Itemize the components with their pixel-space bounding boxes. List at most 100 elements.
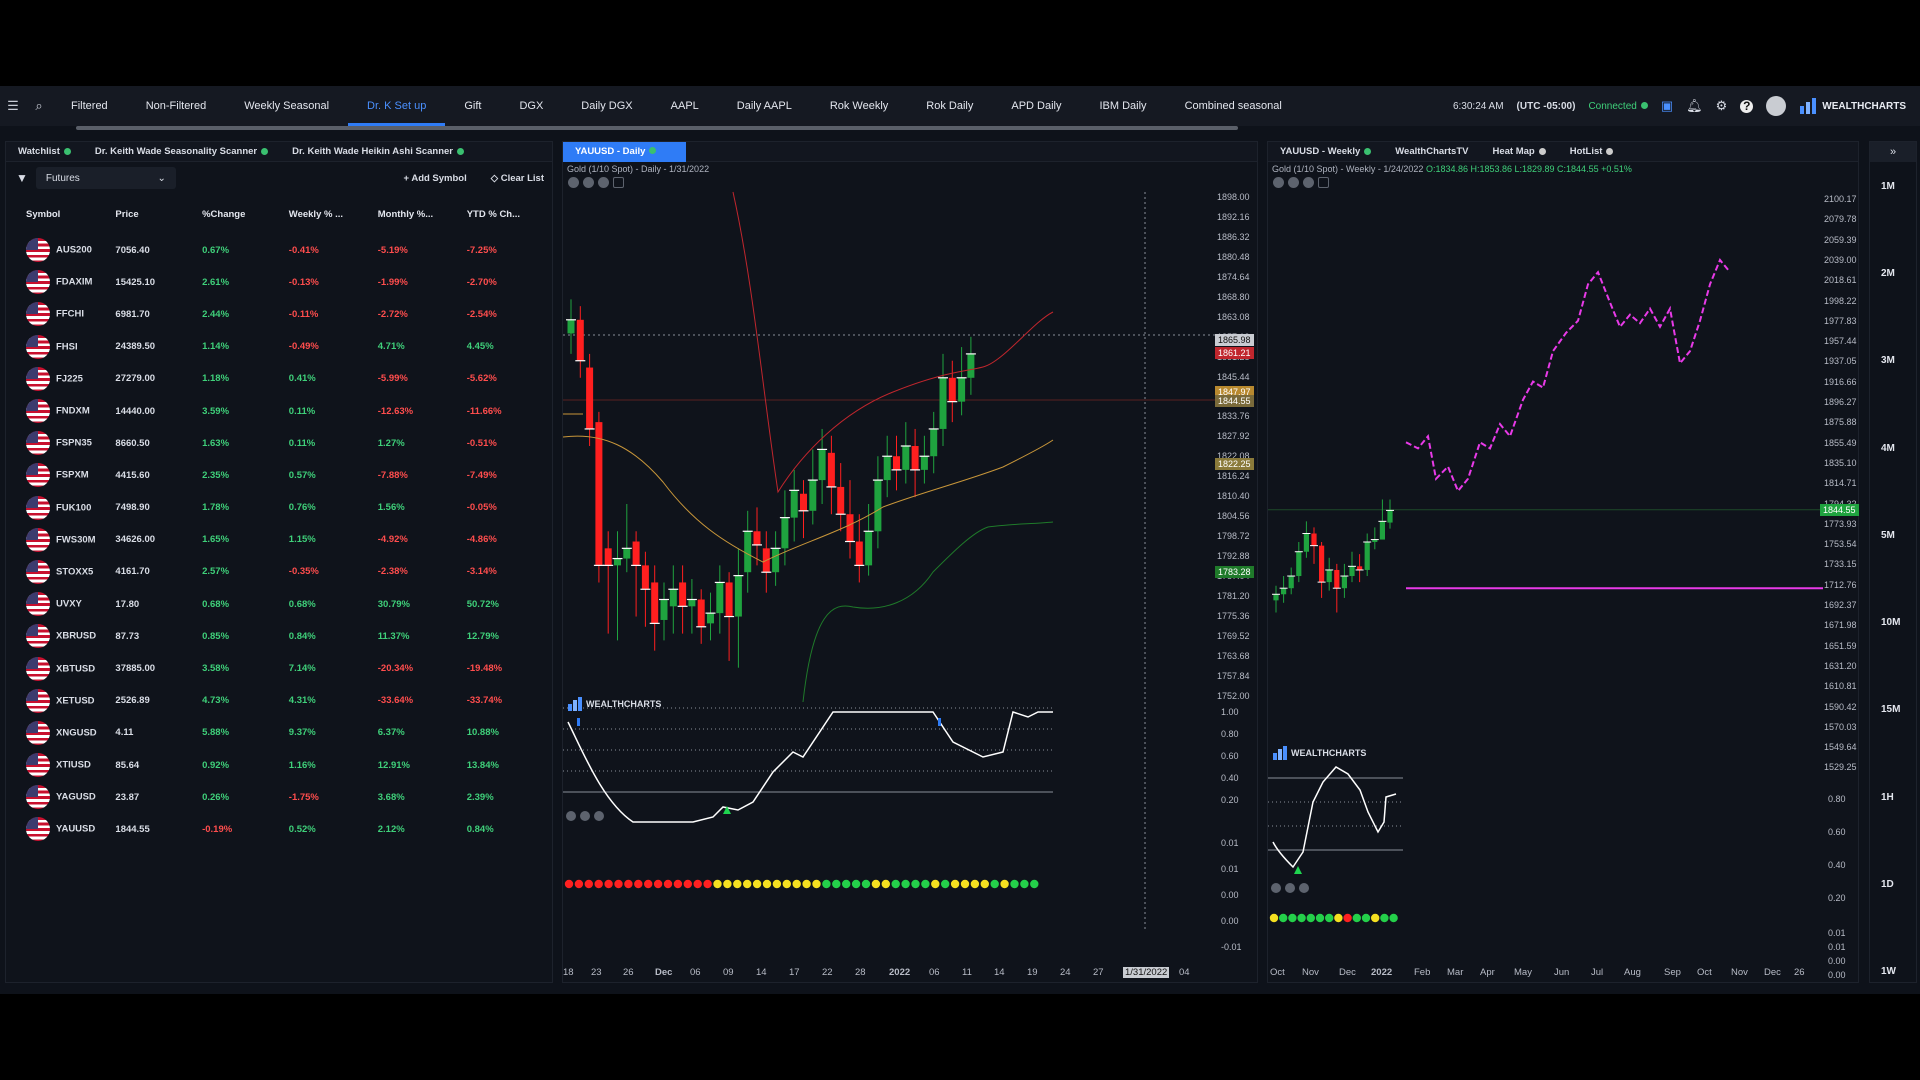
tab-daily-dgx[interactable]: Daily DGX	[562, 86, 651, 126]
table-row[interactable]: FWS30M 34626.00 1.65% 1.15% -4.92% -4.86%	[6, 524, 552, 556]
signal-dot	[1020, 879, 1029, 889]
tab-rok-weekly[interactable]: Rok Weekly	[811, 86, 907, 126]
timeframe-2m[interactable]: 2M	[1881, 268, 1895, 279]
change-cell: 0.85%	[196, 620, 283, 652]
table-row[interactable]: FDAXIM 15425.10 2.61% -0.13% -1.99% -2.70%	[6, 266, 552, 298]
pane-control-icon[interactable]	[594, 811, 604, 821]
table-row[interactable]: FSPN35 8660.50 1.63% 0.11% 1.27% -0.51%	[6, 427, 552, 459]
table-row[interactable]: STOXX5 4161.70 2.57% -0.35% -2.38% -3.14%	[6, 556, 552, 588]
table-row[interactable]: XNGUSD 4.11 5.88% 9.37% 6.37% 10.88%	[6, 717, 552, 749]
signal-dot	[653, 879, 663, 889]
weekly-price-chart[interactable]	[1268, 162, 1860, 962]
tab-label: Dr. Keith Wade Heikin Ashi Scanner	[292, 146, 453, 157]
price-tick: 1733.15	[1824, 559, 1857, 570]
gear-icon[interactable]: ⚙	[1716, 98, 1728, 114]
table-row[interactable]: YAUUSD 1844.55 -0.19% 0.52% 2.12% 0.84%	[6, 813, 552, 845]
tab-weekly-2[interactable]: Heat Map	[1480, 146, 1557, 157]
search-icon[interactable]: ⌕	[26, 98, 52, 114]
signal-dot	[624, 879, 633, 889]
column-header[interactable]: Symbol	[6, 194, 109, 234]
price-tick: 2039.00	[1824, 254, 1857, 265]
cell-value: 0.41%	[288, 373, 316, 385]
tab-dr-k-set-up[interactable]: Dr. K Set up	[348, 86, 446, 126]
filter-icon[interactable]: ▼	[16, 171, 28, 185]
tab-non-filtered[interactable]: Non-Filtered	[127, 86, 226, 126]
table-row[interactable]: XBTUSD 37885.00 3.58% 7.14% -20.34% -19.48%	[6, 652, 552, 684]
tab-weekly-1[interactable]: WealthChartsTV	[1383, 146, 1480, 157]
bell-icon[interactable]: 🔔︎	[1686, 98, 1703, 114]
timeframe-1h[interactable]: 1H	[1881, 792, 1894, 803]
pane-control-icon[interactable]	[566, 811, 576, 821]
nav-status: 6:30:24 AM (UTC -05:00) Connected ▣ 🔔︎ ⚙…	[1453, 96, 1920, 116]
table-row[interactable]: XTIUSD 85.64 0.92% 1.16% 12.91% 13.84%	[6, 749, 552, 781]
column-header[interactable]: Price	[109, 194, 196, 234]
list-select[interactable]: Futures ⌄	[35, 167, 176, 189]
daily-price-chart[interactable]	[563, 162, 1259, 962]
table-row[interactable]: FSPXM 4415.60 2.35% 0.57% -7.88% -7.49%	[6, 459, 552, 491]
osc-tick: 0.00	[1828, 956, 1846, 966]
menu-icon[interactable]: ☰	[0, 98, 26, 114]
tab-gift[interactable]: Gift	[445, 86, 500, 126]
timeframe-1d[interactable]: 1D	[1881, 879, 1894, 890]
tab-aapl[interactable]: AAPL	[652, 86, 718, 126]
tab-watchlist-0[interactable]: Watchlist	[6, 146, 83, 157]
table-row[interactable]: YAGUSD 23.87 0.26% -1.75% 3.68% 2.39%	[6, 781, 552, 813]
timeframe-5m[interactable]: 5M	[1881, 530, 1895, 541]
timeframe-10m[interactable]: 10M	[1881, 617, 1900, 628]
table-row[interactable]: FFCHI 6981.70 2.44% -0.11% -2.72% -2.54%	[6, 298, 552, 330]
table-row[interactable]: UVXY 17.80 0.68% 0.68% 30.79% 50.72%	[6, 588, 552, 620]
table-row[interactable]: FNDXM 14440.00 3.59% 0.11% -12.63% -11.66%	[6, 395, 552, 427]
avatar[interactable]	[1766, 96, 1787, 116]
pane-control-icon[interactable]	[580, 811, 590, 821]
tab-watchlist-2[interactable]: Dr. Keith Wade Heikin Ashi Scanner	[280, 146, 476, 157]
table-row[interactable]: FHSI 24389.50 1.14% -0.49% 4.71% 4.45%	[6, 331, 552, 363]
save-icon[interactable]: ▣	[1661, 98, 1673, 114]
candle-body	[669, 589, 677, 607]
column-header[interactable]: %Change	[196, 194, 283, 234]
symbol-cell: FHSI	[6, 331, 109, 363]
column-header[interactable]: YTD % Ch...	[461, 194, 552, 234]
pane-control-icon[interactable]	[1299, 883, 1309, 893]
status-dot	[1538, 147, 1546, 155]
collapse-panel-icon[interactable]: »	[1870, 142, 1916, 162]
timeframe-1m[interactable]: 1M	[1881, 181, 1895, 192]
tab-dgx[interactable]: DGX	[500, 86, 562, 126]
tab-weekly-seasonal[interactable]: Weekly Seasonal	[225, 86, 348, 126]
timezone[interactable]: (UTC -05:00)	[1517, 101, 1576, 112]
tab-yauusd-daily[interactable]: YAUUSD - Daily	[563, 141, 687, 162]
us-flag-icon	[26, 270, 50, 295]
table-row[interactable]: AUS200 7056.40 0.67% -0.41% -5.19% -7.25%	[6, 234, 552, 266]
table-row[interactable]: FUK100 7498.90 1.78% 0.76% 1.56% -0.05%	[6, 492, 552, 524]
weekly-cell: 0.11%	[283, 427, 372, 459]
price-tick: 1998.22	[1824, 295, 1857, 306]
ytd-cell: -0.51%	[461, 427, 552, 459]
tabs-scrollbar[interactable]	[76, 126, 1238, 130]
table-row[interactable]: FJ225 27279.00 1.18% 0.41% -5.99% -5.62%	[6, 363, 552, 395]
tab-ibm-daily[interactable]: IBM Daily	[1081, 86, 1166, 126]
timeframe-4m[interactable]: 4M	[1881, 443, 1895, 454]
change-cell: 3.58%	[196, 652, 283, 684]
timeframe-3m[interactable]: 3M	[1881, 355, 1895, 366]
tab-filtered[interactable]: Filtered	[52, 86, 127, 126]
tab-weekly-0[interactable]: YAUUSD - Weekly	[1268, 146, 1383, 157]
status-dot	[456, 147, 464, 155]
tab-weekly-3[interactable]: HotList	[1558, 146, 1626, 157]
cell-value: -0.49%	[288, 341, 319, 353]
column-header[interactable]: Weekly % ...	[283, 194, 372, 234]
timeframe-1w[interactable]: 1W	[1881, 966, 1896, 977]
tab-daily-aapl[interactable]: Daily AAPL	[718, 86, 811, 126]
tab-apd-daily[interactable]: APD Daily	[992, 86, 1080, 126]
tab-rok-daily[interactable]: Rok Daily	[907, 86, 992, 126]
table-row[interactable]: XETUSD 2526.89 4.73% 4.31% -33.64% -33.74%	[6, 685, 552, 717]
tab-watchlist-1[interactable]: Dr. Keith Wade Seasonality Scanner	[83, 146, 280, 157]
pane-control-icon[interactable]	[1271, 883, 1281, 893]
help-icon[interactable]: ?	[1740, 99, 1754, 113]
add-symbol-button[interactable]: + Add Symbol	[395, 173, 474, 184]
timeframe-15m[interactable]: 15M	[1881, 704, 1900, 715]
pane-control-icon[interactable]	[1285, 883, 1295, 893]
tab-combined-seasonal[interactable]: Combined seasonal	[1166, 86, 1301, 126]
oscillator-line	[567, 711, 1053, 823]
clear-list-button[interactable]: ◇ Clear List	[483, 173, 552, 184]
column-header[interactable]: Monthly %...	[372, 194, 461, 234]
table-row[interactable]: XBRUSD 87.73 0.85% 0.84% 11.37% 12.79%	[6, 620, 552, 652]
